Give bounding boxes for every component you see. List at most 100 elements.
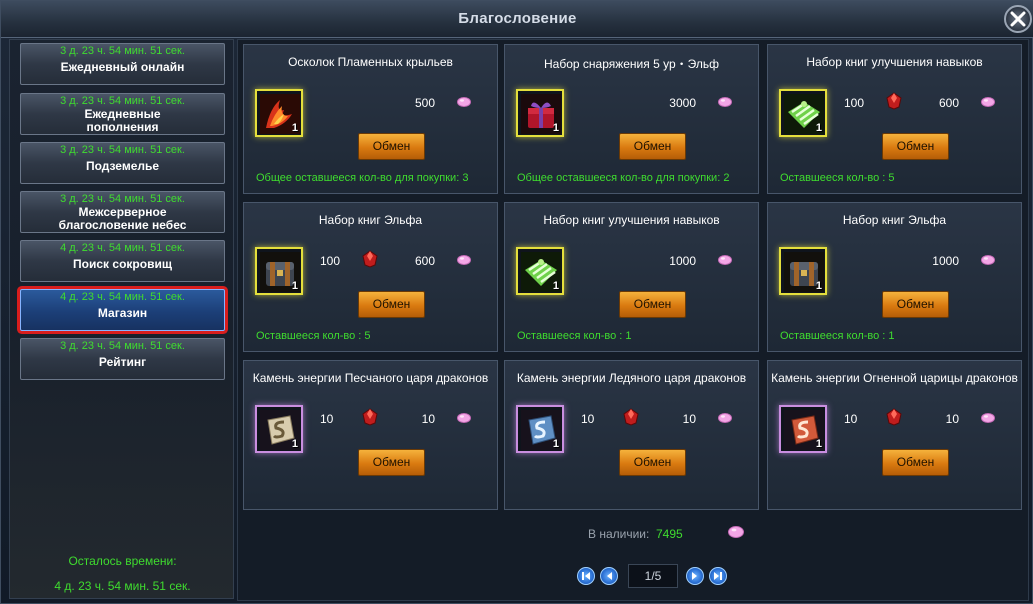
ruby-cost: 10 <box>844 412 858 426</box>
pink-gem-icon <box>981 255 995 265</box>
time-remaining-value: 4 д. 23 ч. 54 мин. 51 сек. <box>54 579 191 593</box>
item-name: Камень энергии Песчаного царя драконов <box>252 371 489 385</box>
item-name: Набор книг улучшения навыков <box>543 213 720 227</box>
ruby-icon <box>362 408 378 426</box>
shop-item-card: Осколок Пламенных крыльев 1 500 Обмен Об… <box>243 44 498 194</box>
item-slot[interactable]: 1 <box>255 247 303 295</box>
time-remaining-label: Осталось времени: <box>68 554 177 568</box>
ruby-cost: 100 <box>844 96 865 110</box>
page-indicator: 1/5 <box>628 564 678 588</box>
shop-item-card: Набор книг Эльфа 1 100 600 Обмен Оставше… <box>243 202 498 352</box>
pink-gem-icon <box>718 413 732 423</box>
item-slot[interactable]: 1 <box>255 405 303 453</box>
prev-page-button[interactable] <box>600 567 618 585</box>
sidebar-item-shop[interactable]: 4 д. 23 ч. 54 мин. 51 сек. Магазин <box>20 289 225 331</box>
shop-item-card: Камень энергии Песчаного царя драконов 1… <box>243 360 498 510</box>
last-page-button[interactable] <box>709 567 727 585</box>
title-bar: Благословение <box>1 1 1033 38</box>
event-timer: 3 д. 23 ч. 54 мин. 51 сек. <box>60 144 185 156</box>
pink-gem-icon <box>457 255 471 265</box>
item-quantity: 1 <box>552 280 559 292</box>
shop-panel: Осколок Пламенных крыльев 1 500 Обмен Об… <box>237 39 1029 601</box>
sidebar: 3 д. 23 ч. 54 мин. 51 сек. Ежедневный он… <box>9 39 234 599</box>
pink-gem-icon <box>457 413 471 423</box>
item-slot[interactable]: 1 <box>516 405 564 453</box>
next-page-button[interactable] <box>686 567 704 585</box>
exchange-button[interactable]: Обмен <box>358 291 425 318</box>
item-slot[interactable]: 1 <box>779 247 827 295</box>
sidebar-item-treasure-hunt[interactable]: 4 д. 23 ч. 54 мин. 51 сек. Поиск сокрови… <box>20 240 225 282</box>
shop-item-card: Камень энергии Ледяного царя драконов 1 … <box>504 360 759 510</box>
item-name: Набор книг улучшения навыков <box>806 55 983 69</box>
pink-gem-icon <box>718 97 732 107</box>
gem-cost: 1000 <box>932 254 959 268</box>
pink-gem-icon <box>718 255 732 265</box>
pink-gem-icon <box>457 97 471 107</box>
ruby-cost: 10 <box>581 412 595 426</box>
last-page-icon <box>714 572 722 580</box>
item-slot[interactable]: 1 <box>516 89 564 137</box>
event-timer: 4 д. 23 ч. 54 мин. 51 сек. <box>60 242 185 254</box>
blessing-window: Благословение 3 д. 23 ч. 54 мин. 51 сек.… <box>0 0 1033 604</box>
item-name: Набор снаряжения 5 ур・Эльф <box>544 57 719 71</box>
remaining-count: Общее оставшееся кол-во для покупки: 3 <box>256 172 469 184</box>
chevron-left-icon <box>607 572 612 580</box>
exchange-button[interactable]: Обмен <box>358 133 425 160</box>
gem-cost: 10 <box>945 412 959 426</box>
close-icon <box>1010 11 1026 27</box>
item-name: Набор книг Эльфа <box>842 213 947 227</box>
balance-label: В наличии: <box>588 527 650 541</box>
sidebar-item-label: Межсерверное благословение небес <box>58 205 187 232</box>
item-name: Осколок Пламенных крыльев <box>288 55 453 69</box>
exchange-button[interactable]: Обмен <box>882 449 949 476</box>
remaining-count: Оставшееся кол-во : 5 <box>256 330 371 342</box>
sidebar-item-daily-topup[interactable]: 3 д. 23 ч. 54 мин. 51 сек. Ежедневные по… <box>20 93 225 135</box>
first-page-button[interactable] <box>577 567 595 585</box>
remaining-count: Оставшееся кол-во : 5 <box>780 172 895 184</box>
ruby-icon <box>886 408 902 426</box>
item-quantity: 1 <box>291 122 298 134</box>
item-name: Камень энергии Огненной царицы драконов <box>771 371 1018 385</box>
sidebar-item-label: Поиск сокровищ <box>73 257 172 271</box>
item-name: Камень энергии Ледяного царя драконов <box>516 371 747 385</box>
gem-cost: 600 <box>938 96 959 110</box>
ruby-cost: 100 <box>320 254 341 268</box>
shop-item-card: Набор книг улучшения навыков 1 100 600 О… <box>767 44 1022 194</box>
close-button[interactable] <box>1004 5 1032 33</box>
shop-item-card: Камень энергии Огненной царицы драконов … <box>767 360 1022 510</box>
exchange-button[interactable]: Обмен <box>358 449 425 476</box>
sidebar-item-label: Рейтинг <box>98 355 147 369</box>
gem-cost: 1000 <box>669 254 696 268</box>
sidebar-item-cross-server[interactable]: 3 д. 23 ч. 54 мин. 51 сек. Межсерверное … <box>20 191 225 233</box>
sidebar-item-dungeon[interactable]: 3 д. 23 ч. 54 мин. 51 сек. Подземелье <box>20 142 225 184</box>
sidebar-item-label: Ежедневные пополнения <box>84 107 161 134</box>
chevron-right-icon <box>692 572 697 580</box>
item-quantity: 1 <box>815 280 822 292</box>
exchange-button[interactable]: Обмен <box>882 291 949 318</box>
exchange-button[interactable]: Обмен <box>619 133 686 160</box>
exchange-button[interactable]: Обмен <box>882 133 949 160</box>
item-quantity: 1 <box>815 122 822 134</box>
event-timer: 3 д. 23 ч. 54 мин. 51 сек. <box>60 45 185 57</box>
gem-cost: 10 <box>421 412 435 426</box>
sidebar-item-label: Магазин <box>97 306 148 320</box>
item-slot[interactable]: 1 <box>779 89 827 137</box>
pink-gem-icon <box>728 526 744 538</box>
shop-item-card: Набор книг Эльфа 1 1000 Обмен Оставшееся… <box>767 202 1022 352</box>
item-slot[interactable]: 1 <box>779 405 827 453</box>
item-slot[interactable]: 1 <box>516 247 564 295</box>
sidebar-item-label: Подземелье <box>85 159 160 173</box>
sidebar-item-daily-online[interactable]: 3 д. 23 ч. 54 мин. 51 сек. Ежедневный он… <box>20 43 225 85</box>
ruby-icon <box>886 92 902 110</box>
item-quantity: 1 <box>291 438 298 450</box>
first-page-icon <box>582 572 590 580</box>
exchange-button[interactable]: Обмен <box>619 291 686 318</box>
ruby-icon <box>362 250 378 268</box>
item-slot[interactable]: 1 <box>255 89 303 137</box>
ruby-cost: 10 <box>320 412 334 426</box>
pink-gem-icon <box>981 97 995 107</box>
exchange-button[interactable]: Обмен <box>619 449 686 476</box>
sidebar-item-rating[interactable]: 3 д. 23 ч. 54 мин. 51 сек. Рейтинг <box>20 338 225 380</box>
remaining-count: Оставшееся кол-во : 1 <box>517 330 632 342</box>
gem-cost: 600 <box>414 254 435 268</box>
